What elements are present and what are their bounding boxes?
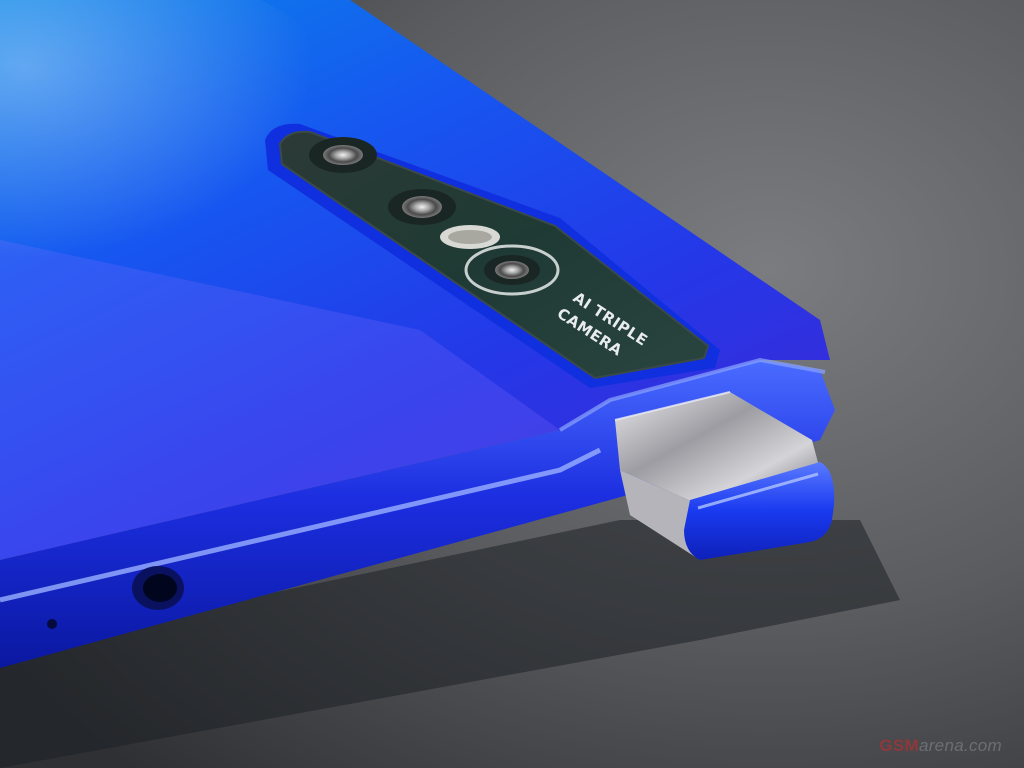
gsmarena-watermark: GSMarena.com bbox=[879, 736, 1002, 756]
photo-scene: AI TRIPLE CAMERA GSMarena.com bbox=[0, 0, 1024, 768]
lens-3 bbox=[495, 261, 529, 279]
lens-2 bbox=[402, 196, 442, 218]
lens-1 bbox=[323, 145, 363, 165]
watermark-brand: GSM bbox=[879, 736, 919, 755]
watermark-domain: arena.com bbox=[918, 736, 1002, 755]
microphone-hole bbox=[47, 619, 57, 629]
phone-illustration: AI TRIPLE CAMERA bbox=[0, 0, 1024, 768]
headphone-jack-hole bbox=[143, 574, 177, 602]
flash-inner bbox=[448, 230, 492, 244]
